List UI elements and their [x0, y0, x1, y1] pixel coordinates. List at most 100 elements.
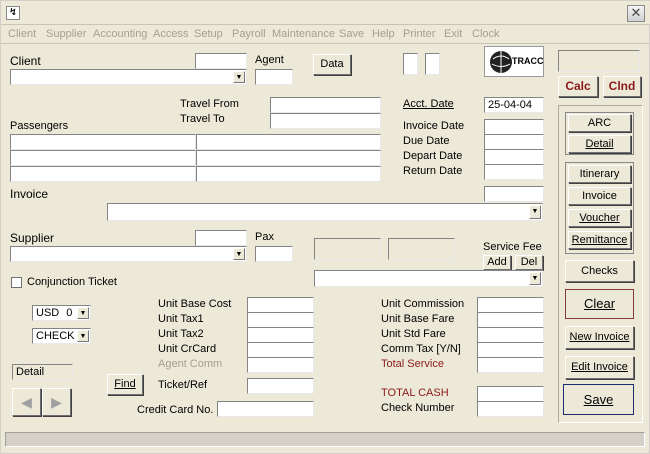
- acct-date-label: Acct. Date: [403, 98, 454, 110]
- due-date-field[interactable]: [484, 134, 544, 150]
- del-service-fee-button[interactable]: Del: [515, 255, 543, 270]
- due-date-label: Due Date: [403, 135, 450, 147]
- ticket-ref-label: Ticket/Ref: [158, 379, 208, 391]
- chevron-down-icon[interactable]: ▼: [233, 71, 245, 83]
- client-code-field[interactable]: [195, 53, 247, 69]
- invoice-date-field[interactable]: [484, 119, 544, 135]
- prev-arrow-icon[interactable]: ◀: [12, 388, 41, 416]
- supplier-label: Supplier: [10, 231, 55, 245]
- menu-accounting[interactable]: Accounting: [93, 28, 147, 40]
- return-date-field[interactable]: [484, 164, 544, 180]
- clear-button-label: Clear: [583, 296, 616, 311]
- currency-select[interactable]: USD 0 ▼: [32, 305, 91, 321]
- ticket-ref-field[interactable]: [247, 378, 314, 394]
- unit-crcard-field[interactable]: [247, 342, 314, 358]
- close-button[interactable]: ✕: [627, 5, 645, 22]
- app-icon: ↯: [6, 6, 20, 20]
- menu-exit[interactable]: Exit: [444, 28, 462, 40]
- unit-base-cost-label: Unit Base Cost: [158, 298, 232, 310]
- unit-std-fare-field[interactable]: [477, 327, 544, 343]
- acct-date-field[interactable]: 25-04-04: [484, 97, 544, 113]
- supplier-select[interactable]: ▼: [10, 246, 247, 262]
- menu-clock[interactable]: Clock: [472, 28, 500, 40]
- menu-payroll[interactable]: Payroll: [232, 28, 266, 40]
- top-right-display: [558, 50, 640, 72]
- find-button[interactable]: Find: [107, 374, 143, 395]
- menu-help[interactable]: Help: [372, 28, 395, 40]
- chevron-down-icon[interactable]: ▼: [77, 307, 89, 319]
- chevron-down-icon[interactable]: ▼: [77, 330, 89, 342]
- unit-base-cost-field[interactable]: [247, 297, 314, 313]
- small-field-2[interactable]: [425, 53, 440, 75]
- menu-access[interactable]: Access: [153, 28, 188, 40]
- invoice-number-field[interactable]: [484, 186, 544, 202]
- comm-tax-field[interactable]: [477, 342, 544, 358]
- chevron-down-icon[interactable]: ▼: [529, 272, 541, 285]
- add-service-fee-button[interactable]: Add: [483, 255, 511, 270]
- agent-field[interactable]: [255, 69, 293, 85]
- arc-button[interactable]: ARC: [568, 114, 631, 132]
- calc-button[interactable]: Calc: [558, 76, 598, 97]
- invoice-button[interactable]: Invoice: [568, 187, 631, 205]
- unit-tax2-field[interactable]: [247, 327, 314, 343]
- travel-to-label: Travel To: [180, 113, 225, 125]
- menu-maintenance[interactable]: Maintenance: [272, 28, 335, 40]
- detail-button[interactable]: Detail: [568, 135, 631, 153]
- unit-base-fare-label: Unit Base Fare: [381, 313, 455, 325]
- chevron-down-icon[interactable]: ▼: [529, 205, 541, 219]
- passenger-field-2b[interactable]: [196, 150, 381, 166]
- total-cash-field[interactable]: [477, 386, 544, 402]
- travel-from-label: Travel From: [180, 98, 239, 110]
- edit-invoice-button[interactable]: Edit Invoice: [565, 356, 634, 379]
- travel-to-field[interactable]: [270, 113, 381, 129]
- find-button-label: Find: [114, 378, 136, 390]
- pax-label: Pax: [255, 231, 274, 243]
- clnd-button[interactable]: Clnd: [603, 76, 641, 97]
- tracc-logo: TRACC: [484, 46, 544, 77]
- pax-field[interactable]: [255, 246, 293, 262]
- new-invoice-button[interactable]: New Invoice: [565, 326, 634, 349]
- currency-number: 0: [66, 307, 73, 319]
- unit-commission-field[interactable]: [477, 297, 544, 313]
- next-arrow-icon[interactable]: ▶: [42, 388, 71, 416]
- save-button[interactable]: Save: [563, 384, 634, 415]
- passenger-field-1a[interactable]: [10, 134, 196, 150]
- new-invoice-button-label: New Invoice: [569, 331, 630, 343]
- passenger-field-3b[interactable]: [196, 166, 381, 182]
- logo-text: TRACC: [512, 56, 544, 66]
- depart-date-field[interactable]: [484, 149, 544, 165]
- service-fee-select[interactable]: ▼: [314, 270, 543, 287]
- menu-save[interactable]: Save: [339, 28, 364, 40]
- unit-base-fare-field[interactable]: [477, 312, 544, 328]
- agent-comm-field[interactable]: [247, 357, 314, 373]
- clear-button[interactable]: Clear: [565, 289, 634, 319]
- detail-button-label: Detail: [585, 138, 614, 150]
- small-field-1[interactable]: [403, 53, 418, 75]
- menu-setup[interactable]: Setup: [194, 28, 223, 40]
- remittance-button[interactable]: Remittance: [568, 231, 631, 249]
- invoice-select[interactable]: ▼: [107, 203, 543, 221]
- travel-from-field[interactable]: [270, 97, 381, 113]
- total-service-field[interactable]: [477, 357, 544, 373]
- check-number-field[interactable]: [477, 401, 544, 417]
- status-bar: [5, 432, 645, 447]
- itinerary-button[interactable]: Itinerary: [568, 165, 631, 183]
- data-button[interactable]: Data: [313, 54, 351, 75]
- menu-supplier[interactable]: Supplier: [46, 28, 86, 40]
- conjunction-ticket-checkbox[interactable]: [11, 277, 22, 288]
- credit-card-label: Credit Card No.: [137, 404, 214, 416]
- menu-client[interactable]: Client: [8, 28, 36, 40]
- passenger-field-3a[interactable]: [10, 166, 196, 182]
- checks-button[interactable]: Checks: [565, 260, 634, 282]
- chevron-down-icon[interactable]: ▼: [233, 248, 245, 260]
- passenger-field-1b[interactable]: [196, 134, 381, 150]
- depart-date-label: Depart Date: [403, 150, 463, 162]
- voucher-button[interactable]: Voucher: [568, 209, 631, 227]
- credit-card-field[interactable]: [217, 401, 314, 417]
- passenger-field-2a[interactable]: [10, 150, 196, 166]
- payment-select[interactable]: CHECK ▼: [32, 328, 91, 344]
- client-select[interactable]: ▼: [10, 69, 247, 85]
- menu-printer[interactable]: Printer: [403, 28, 435, 40]
- unit-tax1-field[interactable]: [247, 312, 314, 328]
- supplier-code-field[interactable]: [195, 230, 247, 246]
